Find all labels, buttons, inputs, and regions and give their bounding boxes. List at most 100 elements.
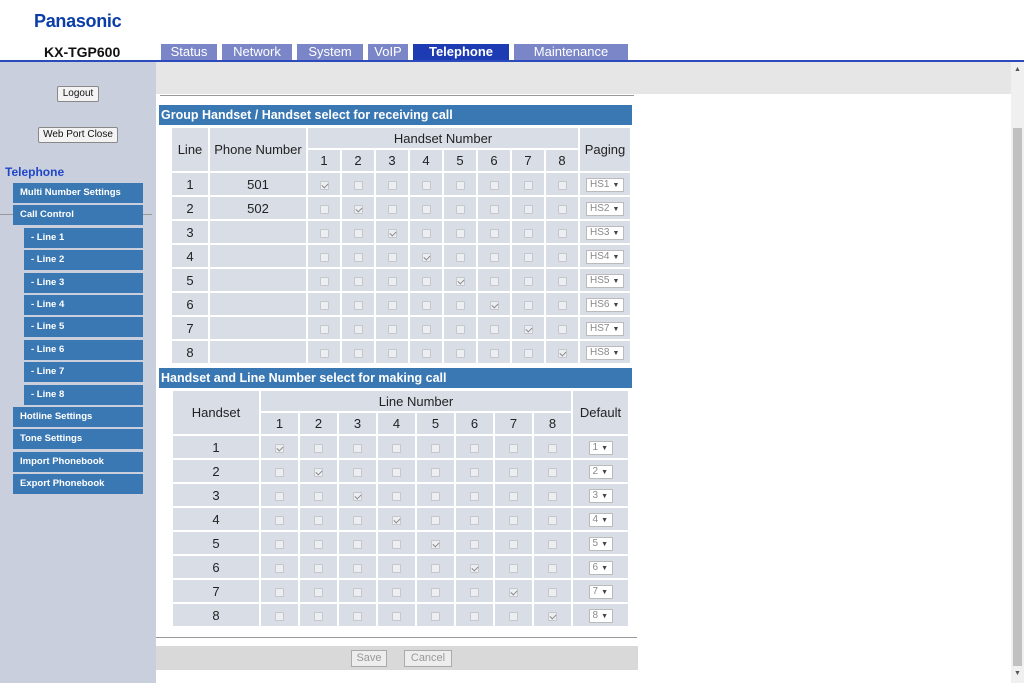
handset-checkbox[interactable] bbox=[275, 491, 284, 501]
handset-checkbox[interactable] bbox=[353, 204, 363, 214]
handset-checkbox[interactable] bbox=[392, 467, 401, 477]
handset-checkbox[interactable] bbox=[353, 587, 362, 597]
paging-select[interactable]: HS1 ▼ bbox=[586, 177, 624, 192]
handset-checkbox[interactable] bbox=[387, 252, 397, 262]
save-button[interactable]: Save bbox=[351, 650, 387, 667]
handset-checkbox[interactable] bbox=[455, 276, 465, 286]
handset-checkbox[interactable] bbox=[523, 252, 533, 262]
handset-checkbox[interactable] bbox=[455, 180, 465, 190]
handset-checkbox[interactable] bbox=[509, 587, 518, 597]
sidebar-item-hotline-settings[interactable]: Hotline Settings bbox=[13, 407, 143, 427]
handset-checkbox[interactable] bbox=[314, 539, 323, 549]
handset-checkbox[interactable] bbox=[275, 587, 284, 597]
handset-checkbox[interactable] bbox=[387, 204, 397, 214]
handset-checkbox[interactable] bbox=[489, 300, 499, 310]
scroll-up-icon[interactable]: ▲ bbox=[1013, 66, 1022, 73]
handset-checkbox[interactable] bbox=[489, 324, 499, 334]
sidebar-item-line-3[interactable]: - Line 3 bbox=[24, 272, 143, 293]
handset-checkbox[interactable] bbox=[455, 204, 465, 214]
handset-checkbox[interactable] bbox=[392, 539, 401, 549]
default-line-select[interactable]: 8 ▼ bbox=[588, 608, 613, 623]
handset-checkbox[interactable] bbox=[421, 180, 431, 190]
handset-checkbox[interactable] bbox=[421, 348, 431, 358]
handset-checkbox[interactable] bbox=[353, 348, 363, 358]
handset-checkbox[interactable] bbox=[470, 467, 479, 477]
handset-checkbox[interactable] bbox=[314, 443, 323, 453]
handset-checkbox[interactable] bbox=[319, 348, 329, 358]
handset-checkbox[interactable] bbox=[387, 300, 397, 310]
tab-status[interactable]: Status bbox=[161, 44, 217, 60]
handset-checkbox[interactable] bbox=[392, 587, 401, 597]
handset-checkbox[interactable] bbox=[523, 276, 533, 286]
paging-select[interactable]: HS4 ▼ bbox=[586, 249, 624, 264]
paging-select[interactable]: HS3 ▼ bbox=[586, 225, 624, 240]
handset-checkbox[interactable] bbox=[523, 180, 533, 190]
handset-checkbox[interactable] bbox=[548, 539, 557, 549]
handset-checkbox[interactable] bbox=[314, 563, 323, 573]
default-line-select[interactable]: 4 ▼ bbox=[588, 512, 613, 527]
default-line-select[interactable]: 7 ▼ bbox=[588, 584, 613, 599]
cancel-button[interactable]: Cancel bbox=[404, 650, 452, 667]
handset-checkbox[interactable] bbox=[523, 324, 533, 334]
handset-checkbox[interactable] bbox=[548, 563, 557, 573]
default-line-select[interactable]: 3 ▼ bbox=[588, 488, 613, 503]
handset-checkbox[interactable] bbox=[314, 587, 323, 597]
sidebar-item-line-8[interactable]: - Line 8 bbox=[24, 384, 143, 405]
handset-checkbox[interactable] bbox=[523, 348, 533, 358]
handset-checkbox[interactable] bbox=[392, 443, 401, 453]
handset-checkbox[interactable] bbox=[421, 324, 431, 334]
handset-checkbox[interactable] bbox=[353, 563, 362, 573]
handset-checkbox[interactable] bbox=[275, 467, 284, 477]
handset-checkbox[interactable] bbox=[275, 443, 284, 453]
default-line-select[interactable]: 5 ▼ bbox=[588, 536, 613, 551]
handset-checkbox[interactable] bbox=[421, 252, 431, 262]
handset-checkbox[interactable] bbox=[387, 228, 397, 238]
sidebar-item-export-phonebook[interactable]: Export Phonebook bbox=[13, 474, 143, 495]
handset-checkbox[interactable] bbox=[353, 276, 363, 286]
handset-checkbox[interactable] bbox=[509, 563, 518, 573]
handset-checkbox[interactable] bbox=[548, 443, 557, 453]
handset-checkbox[interactable] bbox=[509, 611, 518, 621]
sidebar-item-line-2[interactable]: - Line 2 bbox=[24, 250, 143, 271]
tab-voip[interactable]: VoIP bbox=[368, 44, 408, 60]
handset-checkbox[interactable] bbox=[275, 611, 284, 621]
handset-checkbox[interactable] bbox=[431, 515, 440, 525]
handset-checkbox[interactable] bbox=[523, 204, 533, 214]
handset-checkbox[interactable] bbox=[455, 228, 465, 238]
handset-checkbox[interactable] bbox=[489, 228, 499, 238]
handset-checkbox[interactable] bbox=[319, 204, 329, 214]
handset-checkbox[interactable] bbox=[509, 467, 518, 477]
handset-checkbox[interactable] bbox=[319, 324, 329, 334]
handset-checkbox[interactable] bbox=[470, 443, 479, 453]
handset-checkbox[interactable] bbox=[470, 515, 479, 525]
handset-checkbox[interactable] bbox=[392, 563, 401, 573]
handset-checkbox[interactable] bbox=[557, 348, 567, 358]
tab-system[interactable]: System bbox=[297, 44, 363, 60]
paging-select[interactable]: HS8 ▼ bbox=[586, 345, 624, 360]
handset-checkbox[interactable] bbox=[314, 611, 323, 621]
handset-checkbox[interactable] bbox=[455, 252, 465, 262]
sidebar-item-line-4[interactable]: - Line 4 bbox=[24, 295, 143, 315]
handset-checkbox[interactable] bbox=[557, 252, 567, 262]
handset-checkbox[interactable] bbox=[489, 276, 499, 286]
handset-checkbox[interactable] bbox=[489, 348, 499, 358]
handset-checkbox[interactable] bbox=[548, 587, 557, 597]
handset-checkbox[interactable] bbox=[421, 204, 431, 214]
sidebar-item-import-phonebook[interactable]: Import Phonebook bbox=[13, 451, 143, 472]
handset-checkbox[interactable] bbox=[353, 443, 362, 453]
handset-checkbox[interactable] bbox=[275, 539, 284, 549]
paging-select[interactable]: HS7 ▼ bbox=[586, 321, 624, 336]
handset-checkbox[interactable] bbox=[353, 180, 363, 190]
handset-checkbox[interactable] bbox=[431, 467, 440, 477]
handset-checkbox[interactable] bbox=[392, 515, 401, 525]
handset-checkbox[interactable] bbox=[509, 515, 518, 525]
handset-checkbox[interactable] bbox=[319, 252, 329, 262]
web-port-close-button[interactable]: Web Port Close bbox=[38, 127, 118, 143]
handset-checkbox[interactable] bbox=[489, 180, 499, 190]
handset-checkbox[interactable] bbox=[421, 228, 431, 238]
handset-checkbox[interactable] bbox=[431, 491, 440, 501]
handset-checkbox[interactable] bbox=[470, 563, 479, 573]
handset-checkbox[interactable] bbox=[421, 300, 431, 310]
handset-checkbox[interactable] bbox=[455, 300, 465, 310]
handset-checkbox[interactable] bbox=[319, 276, 329, 286]
